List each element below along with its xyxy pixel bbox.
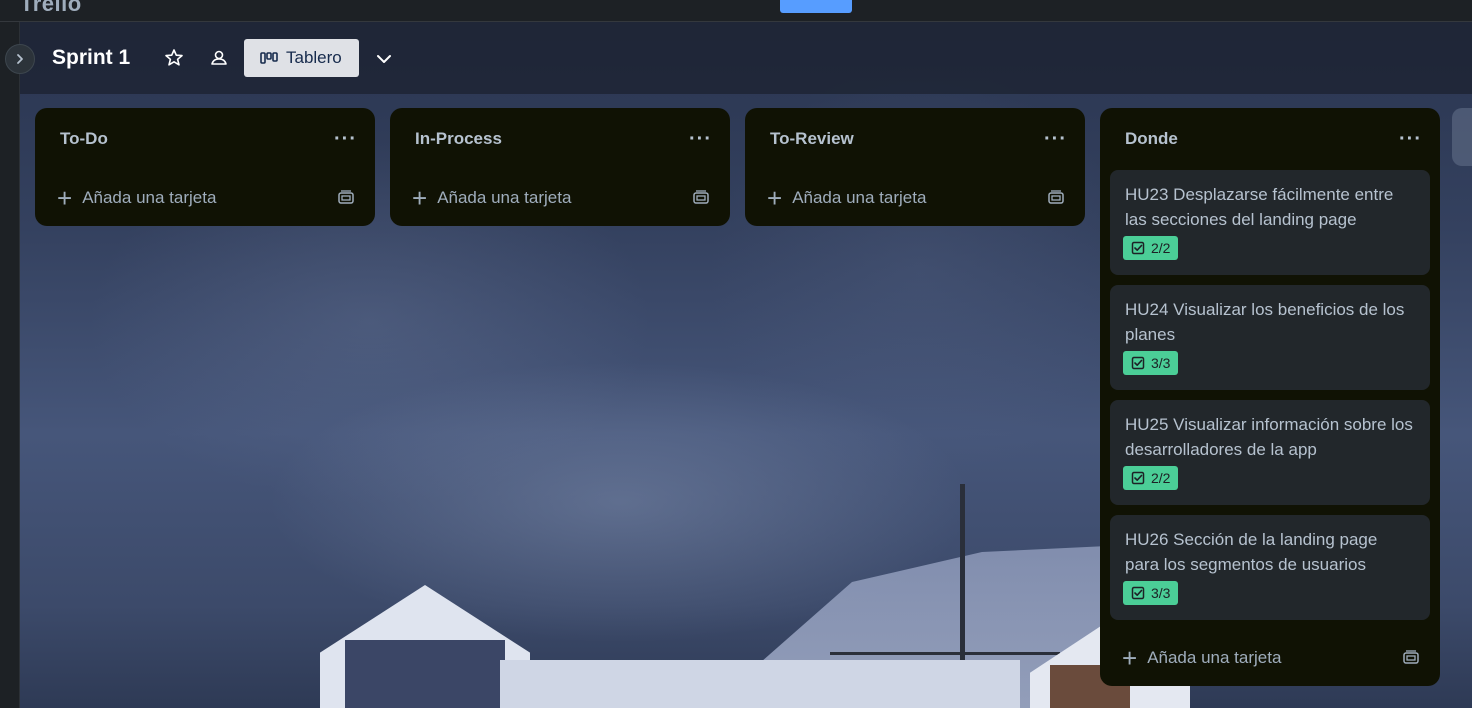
checklist-icon [1131, 241, 1145, 255]
card[interactable]: HU23 Desplazarse fácilmente entre las se… [1110, 170, 1430, 275]
top-app-bar: Trello [0, 0, 1472, 22]
list-to-review: To-Review ··· + Añada una tarjeta [745, 108, 1085, 226]
plus-icon: + [767, 183, 783, 213]
list-todo: To-Do ··· + Añada una tarjeta [35, 108, 375, 226]
add-card-label: Añada una tarjeta [1147, 648, 1282, 667]
checklist-icon [1131, 471, 1145, 485]
card-title: HU25 Visualizar información sobre los de… [1125, 415, 1413, 459]
plus-icon: + [1122, 643, 1138, 673]
more-options-icon[interactable]: ··· [1399, 129, 1422, 149]
add-card-button[interactable]: + Añada una tarjeta [767, 183, 927, 213]
card-list: HU23 Desplazarse fácilmente entre las se… [1100, 170, 1440, 620]
checklist-count: 2/2 [1151, 470, 1171, 486]
list-in-process: In-Process ··· + Añada una tarjeta [390, 108, 730, 226]
checklist-count: 3/3 [1151, 355, 1171, 371]
add-list-button[interactable] [1452, 108, 1472, 166]
list-footer: + Añada una tarjeta [390, 170, 730, 226]
add-card-button[interactable]: + Añada una tarjeta [57, 183, 217, 213]
template-icon[interactable] [1047, 190, 1065, 206]
expand-sidebar-button[interactable] [5, 44, 35, 74]
view-switcher-button[interactable] [372, 47, 396, 71]
trello-logo[interactable]: Trello [20, 0, 82, 16]
background-pole [960, 484, 965, 674]
star-icon [165, 49, 183, 66]
board-view-label: Tablero [286, 48, 342, 67]
chevron-right-icon [17, 54, 23, 64]
board-header [20, 22, 1472, 94]
list-title[interactable]: To-Do [60, 129, 108, 149]
more-options-icon[interactable]: ··· [1044, 129, 1067, 149]
add-card-label: Añada una tarjeta [437, 188, 572, 207]
checklist-count: 2/2 [1151, 240, 1171, 256]
card-title: HU24 Visualizar los beneficios de los pl… [1125, 300, 1405, 344]
list-footer: + Añada una tarjeta [745, 170, 1085, 226]
card[interactable]: HU24 Visualizar los beneficios de los pl… [1110, 285, 1430, 390]
plus-icon: + [412, 183, 428, 213]
list-header: To-Review ··· [745, 108, 1085, 170]
template-icon[interactable] [337, 190, 355, 206]
people-icon [211, 50, 227, 65]
list-header: Donde ··· [1100, 108, 1440, 170]
list-title[interactable]: In-Process [415, 129, 502, 149]
add-card-button[interactable]: + Añada una tarjeta [412, 183, 572, 213]
list-footer: + Añada una tarjeta [35, 170, 375, 226]
list-title[interactable]: To-Review [770, 129, 854, 149]
more-options-icon[interactable]: ··· [689, 129, 712, 149]
chevron-down-icon [377, 55, 391, 63]
star-button[interactable] [162, 46, 186, 70]
add-card-label: Añada una tarjeta [82, 188, 217, 207]
list-done: Donde ··· HU23 Desplazarse fácilmente en… [1100, 108, 1440, 686]
checklist-badge: 2/2 [1123, 466, 1179, 490]
template-icon[interactable] [1402, 650, 1420, 666]
add-card-label: Añada una tarjeta [792, 188, 927, 207]
card[interactable]: HU26 Sección de la landing page para los… [1110, 515, 1430, 620]
card[interactable]: HU25 Visualizar información sobre los de… [1110, 400, 1430, 505]
add-card-button[interactable]: + Añada una tarjeta [1122, 643, 1282, 673]
board-title[interactable]: Sprint 1 [52, 46, 130, 70]
background-house-roof [500, 660, 1020, 708]
list-title[interactable]: Donde [1125, 129, 1178, 149]
checklist-badge: 2/2 [1123, 236, 1179, 260]
create-button[interactable] [780, 0, 852, 13]
checklist-icon [1131, 356, 1145, 370]
board-view-button[interactable]: Tablero [244, 39, 359, 77]
board-view-icon [260, 52, 278, 64]
visibility-button[interactable] [207, 46, 231, 70]
more-options-icon[interactable]: ··· [334, 129, 357, 149]
card-title: HU26 Sección de la landing page para los… [1125, 530, 1378, 574]
list-header: In-Process ··· [390, 108, 730, 170]
checklist-badge: 3/3 [1123, 581, 1179, 605]
checklist-badge: 3/3 [1123, 351, 1179, 375]
background-wire [830, 652, 1060, 655]
sidebar-rail [0, 22, 20, 708]
template-icon[interactable] [692, 190, 710, 206]
list-header: To-Do ··· [35, 108, 375, 170]
plus-icon: + [57, 183, 73, 213]
background-house-wall [345, 640, 505, 708]
checklist-icon [1131, 586, 1145, 600]
list-footer: + Añada una tarjeta [1100, 630, 1440, 686]
card-title: HU23 Desplazarse fácilmente entre las se… [1125, 185, 1394, 229]
checklist-count: 3/3 [1151, 585, 1171, 601]
